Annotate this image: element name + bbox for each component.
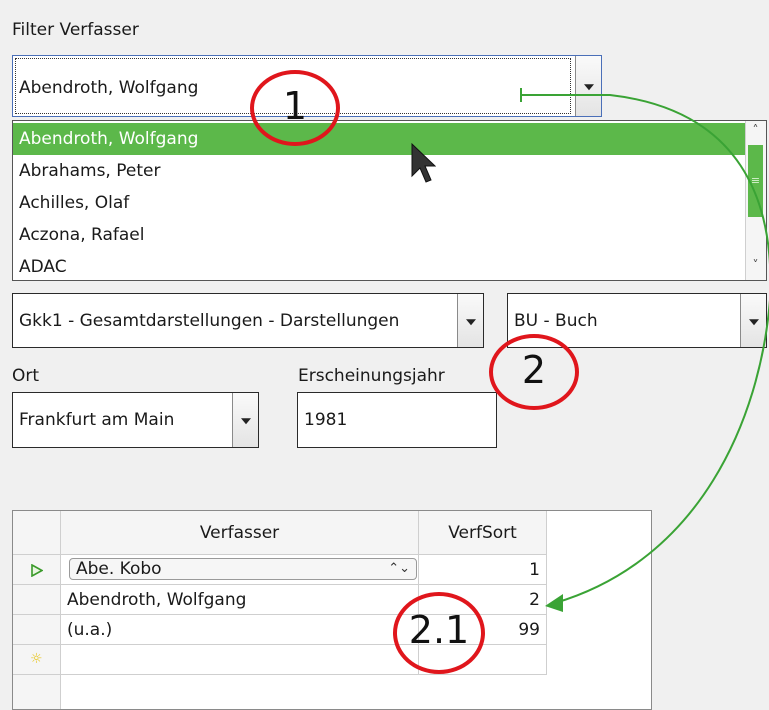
filter-label: Filter Verfasser <box>12 20 139 40</box>
list-scrollbar[interactable]: ˄ ≡ ˅ <box>745 121 766 280</box>
scroll-up-icon[interactable]: ˄ <box>746 123 765 143</box>
verfasser-grid[interactable]: Verfasser VerfSort Abe. Kobo ⌃⌄ 1 Abendr… <box>12 510 652 710</box>
updown-icon[interactable]: ⌃⌄ <box>388 555 410 584</box>
filter-dropdown-button[interactable] <box>575 56 601 116</box>
marker-1-label: 1 <box>282 84 308 128</box>
scroll-down-icon[interactable]: ˅ <box>746 258 765 278</box>
row-header[interactable] <box>13 615 61 645</box>
marker-2-label: 2 <box>521 348 547 392</box>
new-record-icon: ☼ <box>30 651 43 667</box>
category-dropdown-button[interactable] <box>457 294 483 347</box>
column-header-verfasser[interactable]: Verfasser <box>61 511 419 555</box>
jahr-input[interactable]: 1981 <box>297 392 497 448</box>
ort-dropdown-button[interactable] <box>232 393 258 447</box>
list-item[interactable]: Achilles, Olaf <box>13 187 748 219</box>
list-item[interactable]: Abendroth, Wolfgang <box>13 123 748 155</box>
grid-cell[interactable]: Abe. Kobo ⌃⌄ <box>61 555 419 585</box>
list-item[interactable]: Aczona, Rafael <box>13 219 748 251</box>
category-value: Gkk1 - Gesamtdarstellungen - Darstellung… <box>19 310 400 331</box>
ort-combo[interactable]: Frankfurt am Main <box>12 392 259 448</box>
grid-cell[interactable] <box>61 645 419 675</box>
mouse-cursor-icon <box>411 142 436 183</box>
medium-dropdown-button[interactable] <box>740 294 766 347</box>
ort-label: Ort <box>12 366 40 386</box>
row-header[interactable] <box>13 555 61 585</box>
filter-value: Abendroth, Wolfgang <box>19 78 199 98</box>
ort-value: Frankfurt am Main <box>19 410 175 430</box>
grid-cell[interactable]: Abendroth, Wolfgang <box>61 585 419 615</box>
list-item[interactable]: Abrahams, Peter <box>13 155 748 187</box>
chevron-down-icon <box>748 318 759 325</box>
medium-value: BU - Buch <box>514 310 598 331</box>
current-row-icon <box>31 564 43 577</box>
grid-cell-value: Abe. Kobo <box>76 559 162 579</box>
chevron-down-icon <box>583 84 594 91</box>
chevron-down-icon <box>465 318 476 325</box>
jahr-label: Erscheinungsjahr <box>298 366 445 386</box>
category-combo[interactable]: Gkk1 - Gesamtdarstellungen - Darstellung… <box>12 293 484 348</box>
row-header <box>13 675 61 709</box>
scroll-thumb[interactable]: ≡ <box>748 145 763 217</box>
filter-dropdown-list[interactable]: Abendroth, Wolfgang Abrahams, Peter Achi… <box>12 120 767 281</box>
jahr-value: 1981 <box>304 410 348 430</box>
marker-1: 1 <box>250 70 340 146</box>
marker-2-1-label: 2.1 <box>408 608 470 652</box>
verfasser-row-combo[interactable]: Abe. Kobo ⌃⌄ <box>69 558 417 580</box>
marker-2: 2 <box>489 334 579 410</box>
list-item[interactable]: ADAC <box>13 251 748 280</box>
row-header[interactable]: ☼ <box>13 645 61 675</box>
chevron-down-icon <box>240 418 251 425</box>
column-header-verfsort[interactable]: VerfSort <box>419 511 547 555</box>
grid-corner <box>13 511 61 555</box>
row-header[interactable] <box>13 585 61 615</box>
marker-2-1: 2.1 <box>393 592 485 674</box>
grid-cell[interactable]: (u.a.) <box>61 615 419 645</box>
grid-cell[interactable]: 1 <box>419 555 547 585</box>
